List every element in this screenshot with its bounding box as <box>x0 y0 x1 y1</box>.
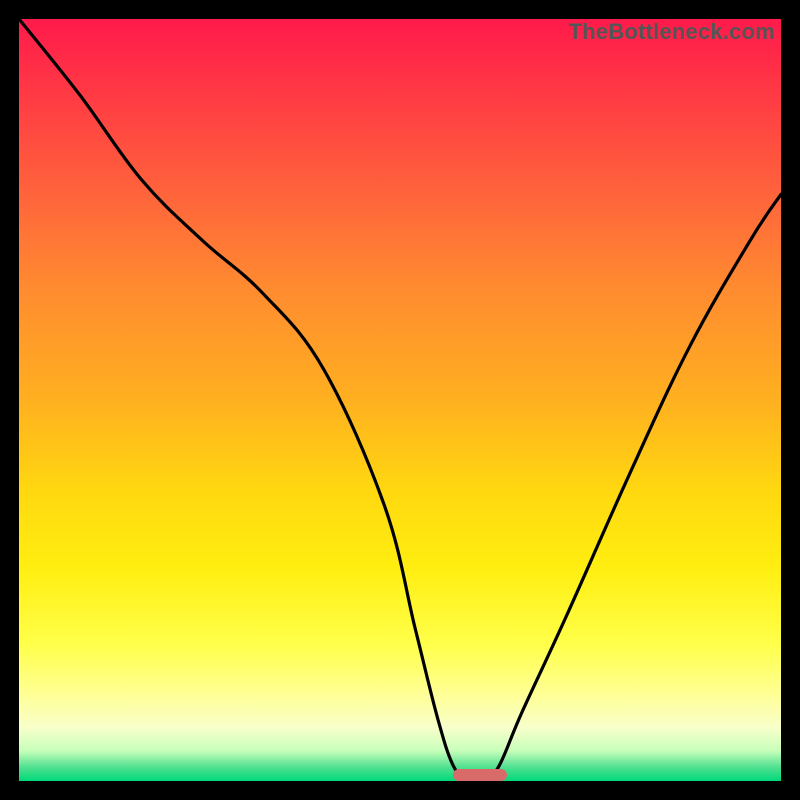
optimal-range-marker <box>453 769 506 781</box>
bottleneck-curve <box>19 19 781 781</box>
chart-plot-area: TheBottleneck.com <box>19 19 781 781</box>
